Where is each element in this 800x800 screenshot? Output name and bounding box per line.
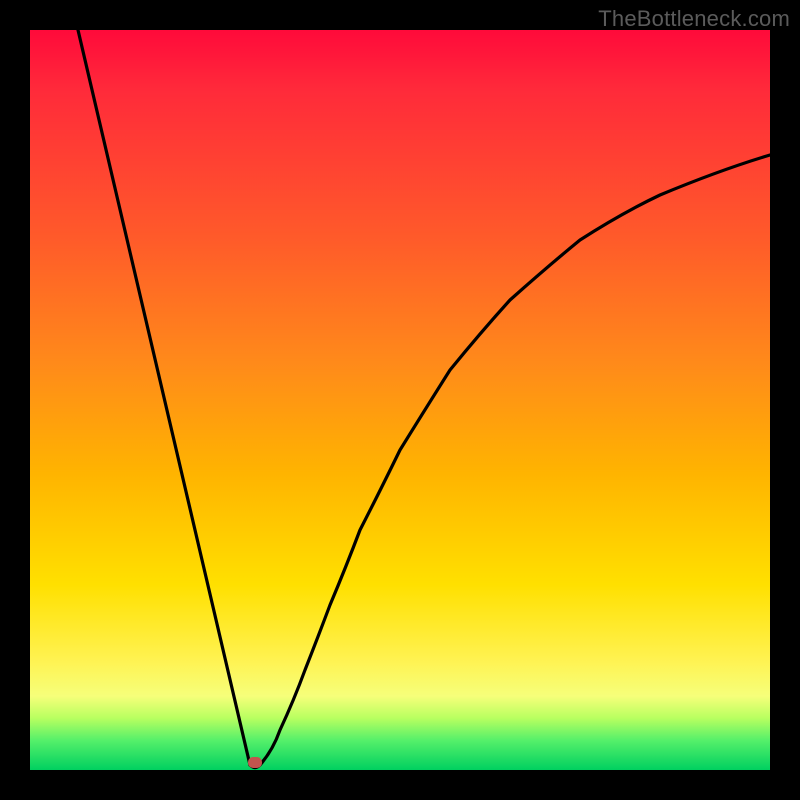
curve-left-branch xyxy=(78,30,250,765)
bottleneck-curve xyxy=(30,30,770,770)
plot-area xyxy=(30,30,770,770)
chart-frame: TheBottleneck.com xyxy=(0,0,800,800)
optimal-point-marker xyxy=(248,757,262,768)
watermark-text: TheBottleneck.com xyxy=(598,6,790,32)
curve-right-branch xyxy=(260,155,770,765)
